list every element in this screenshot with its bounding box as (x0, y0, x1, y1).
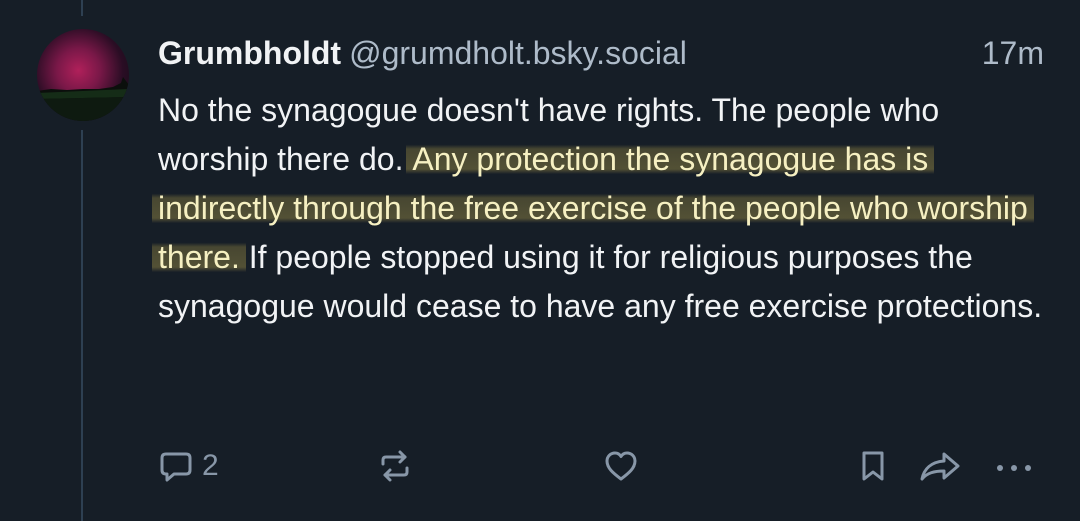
bookmark-icon (862, 451, 884, 481)
post[interactable]: Grumbholdt @grumdholt.bsky.social 17m No … (152, 28, 1048, 331)
ellipsis-icon (997, 465, 1031, 471)
post-text-after: If people stopped using it for religious… (158, 239, 1043, 324)
repost-arrows-icon (381, 450, 409, 482)
avatar-image (37, 77, 129, 121)
post-actions: 2 (0, 444, 1080, 492)
display-name[interactable]: Grumbholdt (158, 35, 341, 71)
speech-bubble-icon (160, 452, 192, 482)
heart-icon (605, 451, 637, 481)
thread-line-top (81, 0, 83, 16)
post-header: Grumbholdt @grumdholt.bsky.social 17m (158, 28, 1048, 78)
user-handle[interactable]: @grumdholt.bsky.social (349, 35, 687, 71)
like-button[interactable] (603, 444, 639, 488)
more-options-button[interactable] (994, 444, 1034, 488)
repost-button[interactable] (377, 444, 413, 488)
share-button[interactable] (918, 444, 962, 488)
reply-button[interactable]: 2 (158, 444, 219, 488)
bookmark-button[interactable] (855, 444, 891, 488)
timestamp[interactable]: 17m (982, 28, 1044, 78)
share-arrow-icon (920, 452, 960, 481)
post-text: No the synagogue doesn't have rights. Th… (152, 86, 1048, 331)
avatar[interactable] (37, 29, 129, 121)
reply-count: 2 (202, 449, 219, 482)
